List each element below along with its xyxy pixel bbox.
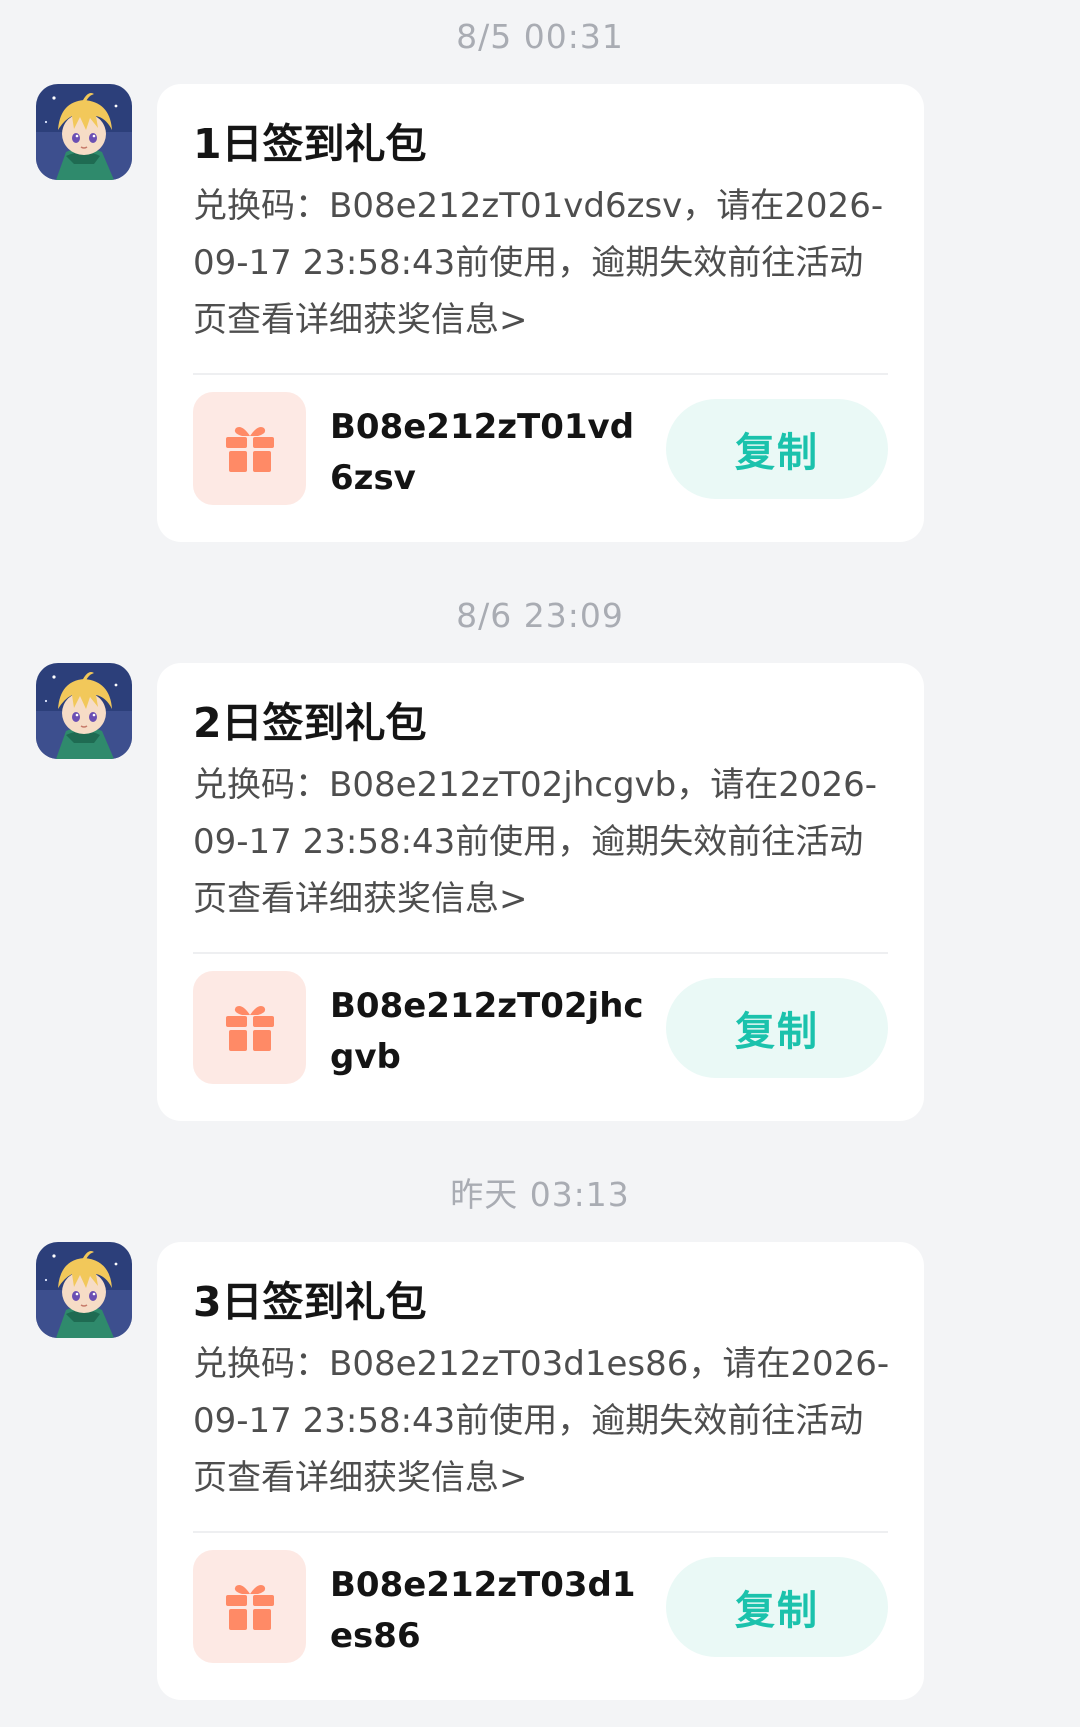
copy-button[interactable]: 复制 (666, 399, 888, 499)
redeem-code: B08e212zT02jhcgvb (330, 986, 644, 1077)
gift-box-icon (225, 1584, 274, 1630)
gift-pack-title: 3日签到礼包 (193, 1278, 427, 1326)
card-divider (193, 1531, 888, 1533)
message-timestamp: 8/6 23:09 (456, 596, 624, 635)
sender-avatar[interactable] (36, 663, 132, 759)
redeem-code-description[interactable]: 兑换码：B08e212zT02jhcgvb，请在2026-09-17 23:58… (193, 757, 893, 928)
gift-pack-title: 1日签到礼包 (193, 120, 427, 168)
game-character-avatar-icon (36, 1242, 132, 1338)
redeem-code-description[interactable]: 兑换码：B08e212zT03d1es86，请在2026-09-17 23:58… (193, 1336, 893, 1507)
message-timestamp: 昨天 03:13 (450, 1175, 630, 1214)
gift-message-card: 1日签到礼包 兑换码：B08e212zT01vd6zsv，请在2026-09-1… (157, 84, 924, 542)
gift-pack-title: 2日签到礼包 (193, 699, 427, 747)
copy-button[interactable]: 复制 (666, 978, 888, 1078)
gift-box-icon (225, 426, 274, 472)
sender-avatar[interactable] (36, 1242, 132, 1338)
card-divider (193, 952, 888, 954)
gift-icon-tile (193, 971, 306, 1084)
sender-avatar[interactable] (36, 84, 132, 180)
gift-message-card: 3日签到礼包 兑换码：B08e212zT03d1es86，请在2026-09-1… (157, 1242, 924, 1700)
card-divider (193, 373, 888, 375)
game-character-avatar-icon (36, 84, 132, 180)
gift-icon-tile (193, 1550, 306, 1663)
game-character-avatar-icon (36, 663, 132, 759)
gift-box-icon (225, 1005, 274, 1051)
gift-message-card: 2日签到礼包 兑换码：B08e212zT02jhcgvb，请在2026-09-1… (157, 663, 924, 1121)
message-timestamp: 8/5 00:31 (456, 17, 624, 56)
gift-icon-tile (193, 392, 306, 505)
redeem-code-description[interactable]: 兑换码：B08e212zT01vd6zsv，请在2026-09-17 23:58… (193, 178, 893, 349)
message-feed: 8/5 00:31 1日签到礼包 兑换码：B08e212zT01vd6zsv，请… (0, 0, 1080, 1727)
redeem-code: B08e212zT01vd6zsv (330, 407, 635, 498)
copy-button[interactable]: 复制 (666, 1557, 888, 1657)
redeem-code: B08e212zT03d1es86 (330, 1565, 636, 1656)
